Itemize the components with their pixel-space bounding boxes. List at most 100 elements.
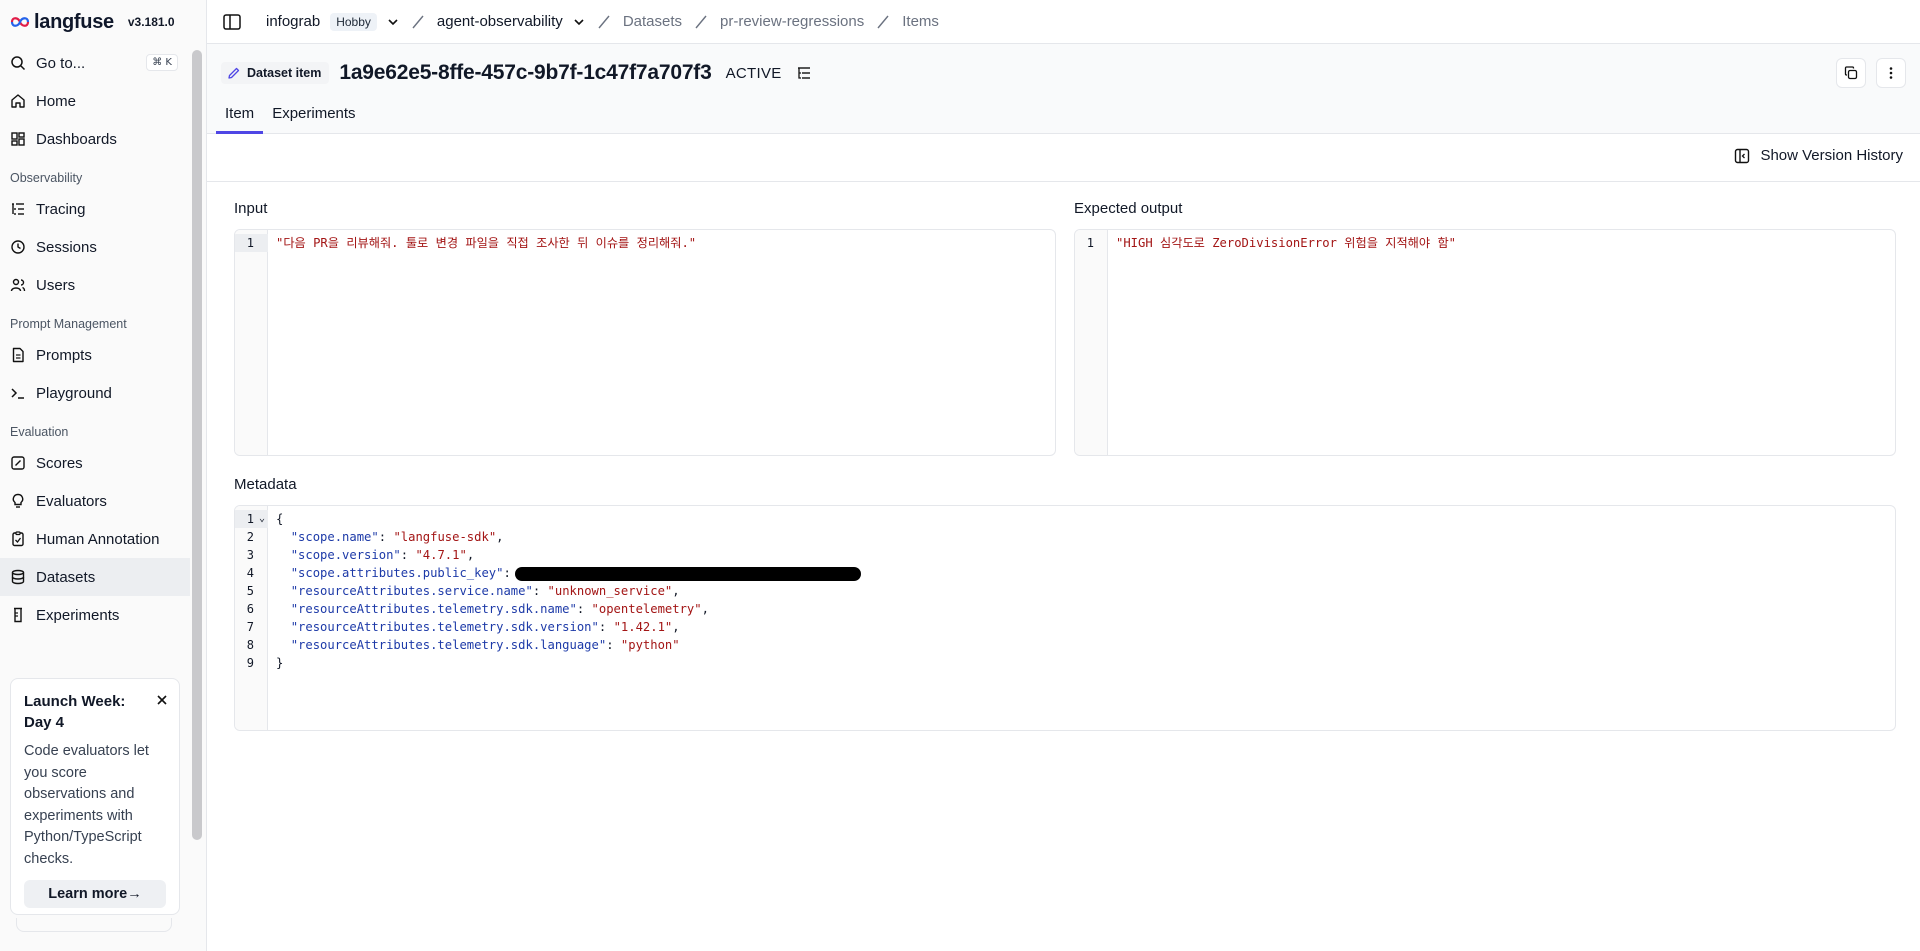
tab-experiments[interactable]: Experiments (263, 101, 364, 134)
expected-output-label: Expected output (1074, 200, 1183, 217)
line-number: 2 (246, 530, 254, 544)
breadcrumb-datasets[interactable]: Datasets (623, 13, 682, 30)
score-icon (11, 456, 25, 470)
input-editor[interactable]: 1 "다음 PR을 리뷰해줘. 툴로 변경 파일을 직접 조사한 뒤 이슈를 정… (234, 229, 1056, 456)
sidebar-item-dashboards[interactable]: Dashboards (0, 120, 190, 158)
breadcrumb-separator-icon (877, 15, 889, 28)
input-label: Input (234, 200, 268, 217)
json-key: "scope.attributes.public_key" (290, 566, 504, 580)
input-code-line: "다음 PR을 리뷰해줘. 툴로 변경 파일을 직접 조사한 뒤 이슈를 정리해… (276, 236, 697, 250)
goto-search[interactable]: Go to... ⌘ K (0, 44, 190, 82)
line-number: 3 (246, 548, 254, 562)
json-line: "resourceAttributes.telemetry.sdk.name":… (290, 602, 709, 616)
json-key: "resourceAttributes.telemetry.sdk.langua… (290, 638, 607, 652)
shortcut-hint: ⌘ K (146, 54, 178, 71)
learn-more-button[interactable]: Learn more→ (24, 880, 166, 908)
json-line: "scope.name": "langfuse-sdk", (290, 530, 504, 544)
page-header: Dataset item 1a9e62e5-8ffe-457c-9b7f-1c4… (207, 44, 1920, 134)
sidebar-item-label: Tracing (36, 200, 86, 218)
topbar: infograb Hobby agent-observability Datas… (207, 0, 1920, 44)
json-line: "resourceAttributes.service.name": "unkn… (290, 584, 680, 598)
sidebar-item-label: Datasets (36, 568, 96, 586)
database-icon (11, 569, 25, 585)
badge-label: Dataset item (247, 66, 322, 80)
close-icon[interactable] (155, 693, 169, 707)
line-number: 4 (246, 566, 254, 580)
plan-badge: Hobby (330, 12, 377, 31)
sidebar-item-label: Experiments (36, 606, 120, 624)
launch-week-promo: Launch Week: Day 4 Code evaluators let y… (10, 678, 180, 915)
sidebar-item-label: Playground (36, 384, 112, 402)
chevron-down-icon[interactable] (573, 16, 585, 28)
line-number: 6 (246, 602, 254, 616)
sidebar-item-label: Sessions (36, 238, 97, 256)
more-options-button[interactable] (1876, 58, 1906, 88)
promo-stack-decoration (16, 918, 172, 932)
expected-output-editor[interactable]: 1 "HIGH 심각도로 ZeroDivisionError 위험을 지적해야 … (1074, 229, 1896, 456)
dataset-item-badge: Dataset item (221, 62, 330, 84)
status-badge: ACTIVE (725, 64, 782, 82)
json-value: "langfuse-sdk" (393, 530, 497, 544)
json-key: "scope.name" (290, 530, 379, 544)
sidebar: langfuse v3.181.0 Go to... ⌘ K Home Dash… (0, 0, 207, 951)
sidebar-item-scores[interactable]: Scores (0, 444, 190, 482)
item-toolbar: Show Version History (207, 135, 1920, 182)
breadcrumb-separator-icon (412, 15, 424, 28)
sidebar-item-human-annotation[interactable]: Human Annotation (0, 520, 190, 558)
list-tree-icon[interactable] (796, 65, 812, 81)
search-icon (11, 56, 26, 71)
sidebar-item-sessions[interactable]: Sessions (0, 228, 190, 266)
line-number: 9 (246, 656, 254, 670)
json-value: "4.7.1" (415, 548, 467, 562)
promo-body: Code evaluators let you score observatio… (24, 743, 149, 867)
sidebar-item-experiments[interactable]: Experiments (0, 596, 190, 634)
metadata-label: Metadata (234, 476, 297, 493)
json-line: "scope.version": "4.7.1", (290, 548, 475, 562)
users-icon (10, 278, 26, 292)
page-title: 1a9e62e5-8ffe-457c-9b7f-1c47f7a707f3 (339, 61, 712, 84)
dashboard-icon (11, 132, 25, 146)
version-history-label: Show Version History (1760, 147, 1903, 164)
breadcrumb-separator-icon (598, 15, 610, 28)
breadcrumb-dataset[interactable]: pr-review-regressions (720, 13, 864, 30)
sidebar-item-prompts[interactable]: Prompts (0, 336, 190, 374)
metadata-editor[interactable]: 1 ⌄ 2 3 4 5 6 7 8 9 { "scope.name": "lan… (234, 505, 1896, 731)
sidebar-item-datasets[interactable]: Datasets (0, 558, 190, 596)
clock-icon (11, 240, 25, 254)
tab-bar: Item Experiments (216, 101, 365, 134)
sidebar-item-playground[interactable]: Playground (0, 374, 190, 412)
tracing-icon (12, 203, 24, 215)
section-observability: Observability (10, 171, 83, 185)
project-name[interactable]: agent-observability (437, 13, 563, 30)
json-line: "scope.attributes.public_key": (276, 564, 861, 582)
show-version-history-button[interactable]: Show Version History (1734, 147, 1903, 164)
copy-button[interactable] (1836, 58, 1866, 88)
lightbulb-icon (12, 493, 24, 508)
line-number: 8 (246, 638, 254, 652)
sidebar-item-tracing[interactable]: Tracing (0, 190, 190, 228)
json-value: "1.42.1" (613, 620, 673, 634)
org-name[interactable]: infograb (266, 13, 320, 30)
breadcrumb-items[interactable]: Items (902, 13, 939, 30)
json-line: "resourceAttributes.telemetry.sdk.langua… (290, 638, 680, 652)
json-value: "unknown_service" (547, 584, 673, 598)
line-number: 1 (1086, 236, 1094, 250)
line-gutter: 1 (235, 230, 268, 455)
sidebar-item-label: Dashboards (36, 130, 117, 148)
tab-item[interactable]: Item (216, 101, 264, 134)
sidebar-item-evaluators[interactable]: Evaluators (0, 482, 190, 520)
terminal-icon (11, 388, 24, 399)
line-number: 5 (246, 584, 254, 598)
sidebar-item-users[interactable]: Users (0, 266, 190, 304)
sidebar-item-home[interactable]: Home (0, 82, 190, 120)
sidebar-item-label: Prompts (36, 346, 92, 364)
sidebar-toggle-icon[interactable] (222, 12, 242, 32)
chevron-down-icon[interactable] (387, 16, 399, 28)
sidebar-scrollbar[interactable] (192, 50, 202, 840)
flask-icon (14, 607, 22, 623)
home-icon (11, 94, 25, 108)
brand-row[interactable]: langfuse v3.181.0 (0, 0, 190, 44)
expected-output-code-line: "HIGH 심각도로 ZeroDivisionError 위험을 지적해야 함" (1116, 236, 1456, 250)
json-close-brace: } (276, 656, 284, 670)
fold-chevron-icon[interactable]: ⌄ (259, 511, 267, 529)
